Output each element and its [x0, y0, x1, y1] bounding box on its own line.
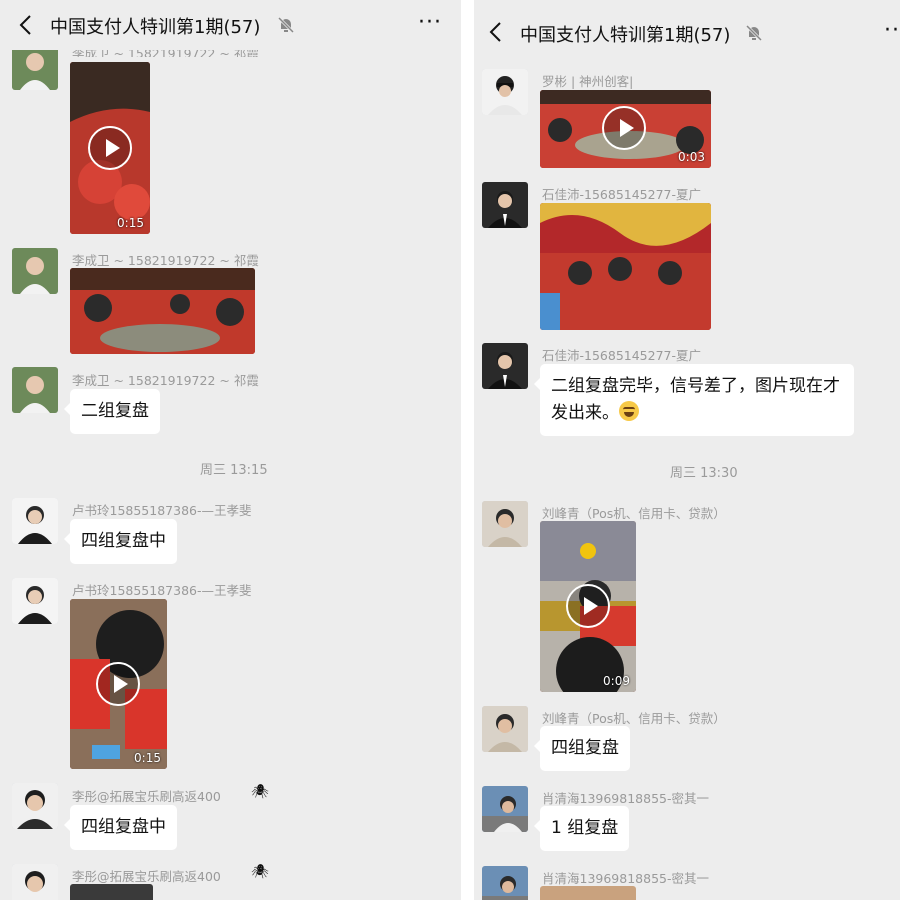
avatar[interactable] [482, 706, 528, 752]
avatar[interactable] [12, 578, 58, 624]
sender-name: 卢书玲15855187386-—王孝斐 [72, 583, 252, 598]
avatar[interactable] [482, 343, 528, 389]
message-bubble[interactable]: 四组复盘中 [64, 519, 177, 564]
message-bubble[interactable]: 四组复盘 [534, 726, 630, 771]
timestamp: 周三 13:30 [670, 466, 738, 481]
avatar-image [12, 783, 58, 829]
avatar-image [12, 864, 58, 900]
sender-name: 罗彬 | 神州创客| [542, 74, 634, 89]
video-duration: 0:03 [678, 150, 705, 164]
image-message[interactable] [540, 203, 711, 330]
sender-name: 李彤@拓展宝乐刷高返400 [72, 789, 221, 804]
message-bubble[interactable]: 四组复盘中 [64, 805, 177, 850]
video-duration: 0:15 [134, 751, 161, 765]
message-bubble[interactable]: 二组复盘 [64, 389, 160, 434]
sender-name: 李成卫 ~ 15821919722 ~ 祁霞 [72, 253, 259, 268]
sender-name: 刘峰青（Pos机、信用卡、贷款） [542, 506, 726, 521]
avatar[interactable] [482, 501, 528, 547]
avatar[interactable] [482, 69, 528, 115]
avatar[interactable] [12, 783, 58, 829]
more-icon[interactable]: ··· [884, 20, 900, 42]
group-meeting-photo [540, 203, 711, 330]
chat-header: 中国支付人特训第1期(57) ··· [474, 0, 900, 50]
avatar-image [12, 44, 58, 90]
avatar-image [482, 706, 528, 752]
avatar-image [12, 367, 58, 413]
timestamp: 周三 13:15 [200, 463, 268, 478]
mute-bell-icon [277, 16, 295, 34]
chat-header: 中国支付人特训第1期(57) ··· [0, 0, 461, 50]
avatar-image [12, 498, 58, 544]
right-chat-screen: 中国支付人特训第1期(57) ··· 罗彬 | 神州创客| 0:03 石佳沛-1… [474, 0, 900, 900]
image-message[interactable] [540, 886, 636, 900]
avatar[interactable] [12, 498, 58, 544]
sender-name: 石佳沛-15685145277-夏广 [542, 187, 702, 202]
spider-icon: 🕷 [251, 864, 269, 880]
avatar[interactable] [12, 248, 58, 294]
avatar[interactable] [482, 182, 528, 228]
mute-bell-icon [745, 24, 763, 42]
avatar-image [12, 248, 58, 294]
avatar[interactable] [482, 866, 528, 900]
play-icon[interactable] [602, 106, 646, 150]
message-bubble[interactable]: 二组复盘完毕，信号差了，图片现在才发出来。 [534, 364, 854, 436]
sender-name: 肖清海13969818855-密其一 [542, 791, 709, 806]
avatar-image [482, 866, 528, 900]
chat-title: 中国支付人特训第1期(57) [50, 17, 261, 38]
back-icon[interactable] [486, 20, 506, 44]
avatar-image [482, 786, 528, 832]
laughing-emoji-icon [619, 401, 639, 421]
avatar[interactable] [12, 44, 58, 90]
sender-name: 卢书玲15855187386-—王孝斐 [72, 503, 252, 518]
sender-name: 肖清海13969818855-密其一 [542, 871, 709, 886]
video-duration: 0:09 [603, 674, 630, 688]
back-icon[interactable] [16, 13, 36, 37]
group-dinner-photo [70, 268, 255, 354]
play-icon[interactable] [566, 584, 610, 628]
more-icon[interactable]: ··· [418, 12, 442, 34]
play-icon[interactable] [88, 126, 132, 170]
sender-name: 石佳沛-15685145277-夏广 [542, 348, 702, 363]
message-bubble[interactable]: 1 组复盘 [533, 806, 630, 851]
video-message[interactable]: 0:03 [540, 90, 711, 168]
message-text: 二组复盘完毕，信号差了，图片现在才发出来。 [551, 376, 840, 423]
avatar-image [12, 578, 58, 624]
video-message[interactable]: 0:09 [540, 521, 636, 692]
play-icon[interactable] [96, 662, 140, 706]
avatar-image [482, 182, 528, 228]
left-chat-screen: 李成卫 ~ 15821919722 ~ 祁霞 0:15 李成卫 ~ 158219… [0, 0, 461, 900]
image-message[interactable] [70, 884, 153, 900]
avatar[interactable] [12, 864, 58, 900]
avatar-image [482, 501, 528, 547]
sender-name: 刘峰青（Pos机、信用卡、贷款） [542, 711, 726, 726]
avatar[interactable] [12, 367, 58, 413]
video-message[interactable]: 0:15 [70, 62, 150, 234]
chat-title: 中国支付人特训第1期(57) [520, 25, 731, 46]
spider-icon: 🕷 [251, 784, 269, 800]
sender-name: 李成卫 ~ 15821919722 ~ 祁霞 [72, 373, 259, 388]
video-message[interactable]: 0:15 [70, 599, 167, 769]
avatar-image [482, 343, 528, 389]
avatar-image [482, 69, 528, 115]
image-message[interactable] [70, 268, 255, 354]
avatar[interactable] [482, 786, 528, 832]
video-duration: 0:15 [117, 216, 144, 230]
sender-name: 李彤@拓展宝乐刷高返400 [72, 869, 221, 884]
